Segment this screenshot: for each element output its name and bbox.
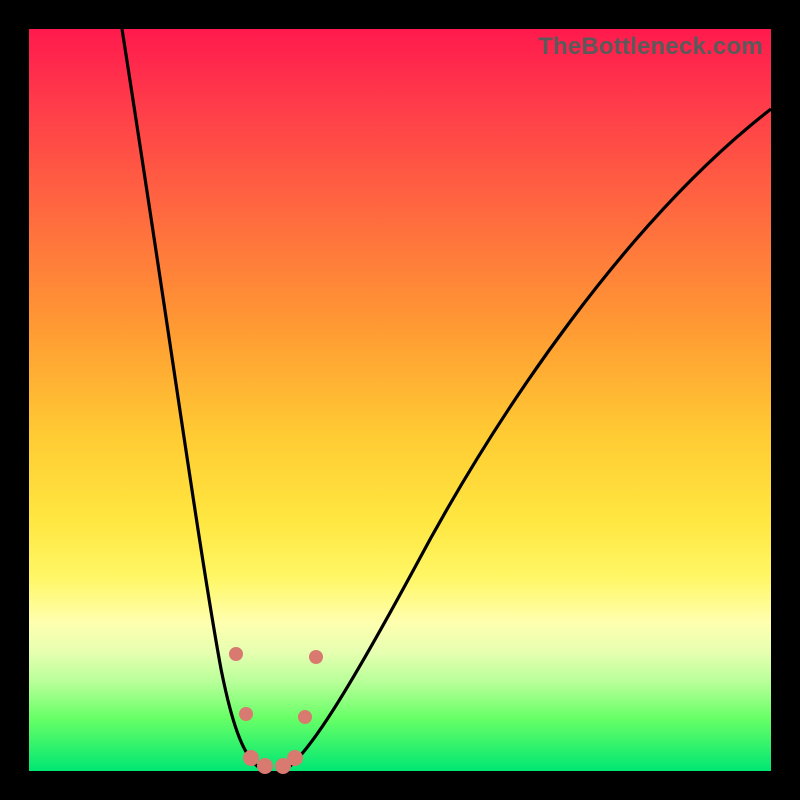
dot-bottom-b [257,758,273,774]
right-curve [285,109,771,770]
dot-right-lower [298,710,312,724]
dot-bottom-d [287,750,303,766]
outer-frame: TheBottleneck.com [0,0,800,800]
curve-layer [29,29,771,771]
dot-left-upper [229,647,243,661]
dot-left-lower [239,707,253,721]
dot-right-upper [309,650,323,664]
plot-area: TheBottleneck.com [29,29,771,771]
left-curve [122,29,263,770]
